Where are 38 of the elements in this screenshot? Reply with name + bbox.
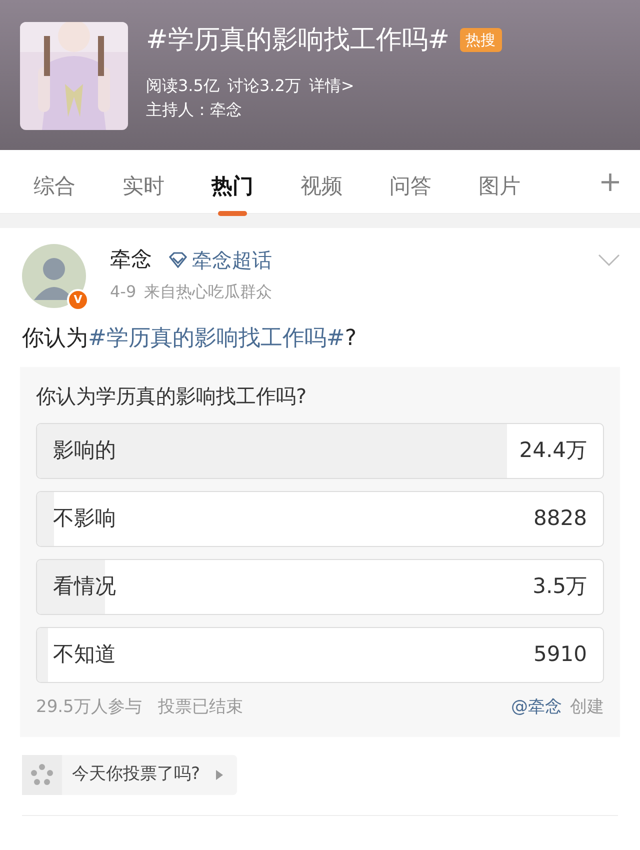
details-link[interactable]: 详情>: [308, 74, 354, 98]
host-text: 主持人：牵念: [146, 99, 243, 121]
tab[interactable]: 热门: [188, 156, 277, 216]
stat-text: 讨论3.2万: [227, 75, 301, 97]
tab[interactable]: 综合: [10, 156, 99, 216]
hot-search-tag: 热搜: [460, 28, 502, 52]
author-name[interactable]: 牵念: [110, 244, 152, 276]
vote-count: 24.4万: [519, 437, 587, 464]
topic-title: #学历真的影响找工作吗#: [146, 24, 450, 57]
vote-count: 8828: [534, 505, 587, 532]
participant-count: 29.5万人参与: [36, 696, 142, 719]
add-tab-button[interactable]: +: [590, 160, 630, 202]
vote-count: 3.5万: [532, 573, 587, 600]
poll-question: 你认为学历真的影响找工作吗?: [36, 383, 308, 410]
tab[interactable]: 图片: [455, 156, 544, 216]
flower-icon: [30, 762, 54, 786]
created-label: 创建: [570, 696, 604, 719]
verified-badge: V: [67, 289, 89, 311]
option-label: 影响的: [53, 437, 116, 464]
diamond-icon: [168, 252, 188, 268]
vote-count: 5910: [534, 641, 587, 668]
post-source: 来自热心吃瓜群众: [144, 280, 272, 302]
vote-prompt[interactable]: 今天你投票了吗?: [22, 754, 238, 794]
option-label: 看情况: [53, 573, 116, 600]
tab[interactable]: 问答: [366, 156, 455, 216]
option-label: 不影响: [53, 505, 116, 532]
tab[interactable]: 实时: [99, 156, 188, 216]
tab[interactable]: 视频: [277, 156, 366, 216]
option-label: 不知道: [53, 641, 116, 668]
avatar[interactable]: V: [22, 244, 86, 308]
caret-icon: [216, 770, 224, 780]
creator-link[interactable]: @牵念: [511, 695, 562, 720]
chevron-down-icon[interactable]: [598, 254, 620, 266]
post-text: 你认为#学历真的影响找工作吗#?: [21, 325, 358, 353]
poll-status: 投票已结束: [158, 696, 243, 719]
post-date: 4-9: [110, 280, 136, 302]
super-topic-link[interactable]: 牵念超话: [192, 244, 272, 275]
stat-text: 阅读3.5亿: [146, 75, 220, 97]
